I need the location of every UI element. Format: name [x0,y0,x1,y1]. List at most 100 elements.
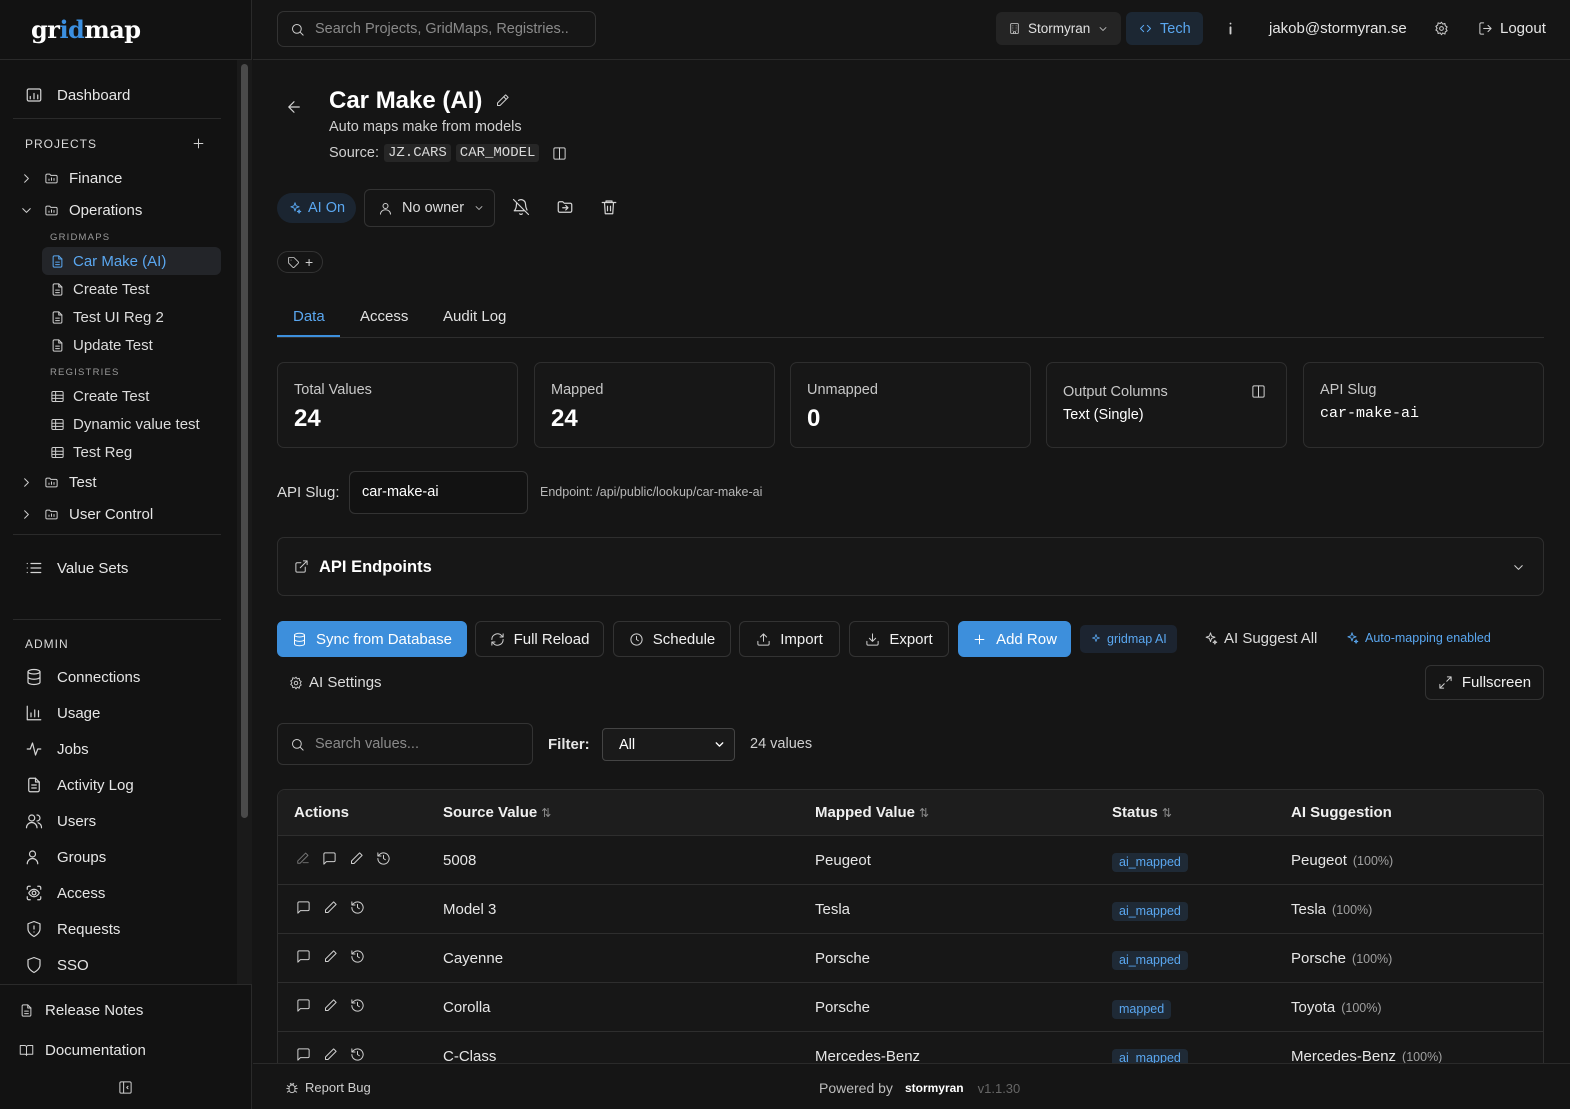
chevron-down-icon[interactable] [1511,560,1526,575]
mapped-value[interactable]: Porsche [815,999,870,1016]
nav-documentation[interactable]: Documentation [7,1033,215,1067]
stormyran-logo[interactable]: stormyran [905,1081,964,1095]
ai-settings-button[interactable]: AI Settings [289,674,382,691]
chevron-down-icon[interactable] [19,203,34,218]
edit-icon[interactable] [323,949,338,964]
pencil-line-icon[interactable] [296,851,310,865]
auto-mapping-status[interactable]: Auto-mapping enabled [1345,631,1491,645]
nav-sso[interactable]: SSO [13,948,221,982]
full-reload-button[interactable]: Full Reload [475,621,604,657]
mapped-value[interactable]: Porsche [815,950,870,967]
sort-icon[interactable]: ⇅ [919,806,929,820]
gridmap-ai-badge[interactable]: gridmap AI [1080,625,1177,653]
stat-card-output-columns[interactable]: Output Columns Text (Single) [1046,362,1287,448]
comment-icon[interactable] [296,949,311,964]
add-row-button[interactable]: Add Row [958,621,1071,657]
column-header-mapped[interactable]: Mapped Value ⇅ [815,804,929,821]
chevron-right-icon[interactable] [19,171,34,186]
global-search-input[interactable]: Search Projects, GridMaps, Registries.. [277,11,596,47]
ai-suggestion[interactable]: Mercedes-Benz (100%) [1291,1048,1442,1063]
bell-off-icon[interactable] [512,198,530,216]
report-bug-link[interactable]: Report Bug [285,1080,371,1095]
edit-icon[interactable] [323,998,338,1013]
registry-item-create-test[interactable]: Create Test [42,382,221,410]
tech-mode-toggle[interactable]: Tech [1126,12,1203,45]
mapped-value[interactable]: Tesla [815,901,850,918]
history-icon[interactable] [350,949,365,964]
gridmap-item-test-ui-reg-2[interactable]: Test UI Reg 2 [42,303,221,331]
owner-select[interactable]: No owner [364,189,495,227]
edit-title-icon[interactable] [495,93,510,108]
edit-icon[interactable] [323,900,338,915]
gridmap-item-create-test[interactable]: Create Test [42,275,221,303]
column-header-source[interactable]: Source Value ⇅ [443,804,551,821]
history-icon[interactable] [350,900,365,915]
schedule-button[interactable]: Schedule [613,621,731,657]
gridmap-item-car-make-ai[interactable]: Car Make (AI) [42,247,221,275]
comment-icon[interactable] [322,851,337,866]
registry-item-test-reg[interactable]: Test Reg [42,438,221,466]
settings-icon[interactable] [1434,21,1449,36]
logout-button[interactable]: Logout [1468,12,1556,45]
nav-release-notes[interactable]: Release Notes [7,993,215,1027]
export-button[interactable]: Export [849,621,949,657]
nav-users[interactable]: Users [13,804,221,838]
sync-from-database-button[interactable]: Sync from Database [277,621,467,657]
org-switcher[interactable]: Stormyran [996,12,1122,45]
columns-icon[interactable] [1251,384,1266,399]
nav-dashboard[interactable]: Dashboard [13,78,221,112]
nav-requests[interactable]: Requests [13,912,221,946]
history-icon[interactable] [376,851,391,866]
chevron-right-icon[interactable] [19,507,34,522]
ai-suggestion[interactable]: Toyota (100%) [1291,999,1382,1016]
trash-icon[interactable] [600,198,618,216]
collapse-sidebar-icon[interactable] [118,1080,133,1095]
comment-icon[interactable] [296,900,311,915]
value-search-input[interactable]: Search values... [277,723,533,765]
api-endpoints-panel[interactable]: API Endpoints [277,537,1544,596]
ai-toggle[interactable]: AI On [277,193,357,223]
tab-data[interactable]: Data [293,308,325,325]
nav-connections[interactable]: Connections [13,660,221,694]
sort-icon[interactable]: ⇅ [1162,806,1172,820]
sort-icon[interactable]: ⇅ [541,806,551,820]
ai-suggestion[interactable]: Peugeot (100%) [1291,852,1393,869]
nav-usage[interactable]: Usage [13,696,221,730]
chevron-right-icon[interactable] [19,475,34,490]
column-header-status[interactable]: Status ⇅ [1112,804,1172,821]
info-icon[interactable] [1223,21,1238,36]
edit-icon[interactable] [349,851,364,866]
nav-value-sets[interactable]: Value Sets [13,551,221,585]
import-button[interactable]: Import [739,621,840,657]
nav-access[interactable]: Access [13,876,221,910]
back-arrow-icon[interactable] [285,98,303,116]
ai-suggestion[interactable]: Porsche (100%) [1291,950,1392,967]
add-project-icon[interactable] [191,136,206,151]
nav-activity-log[interactable]: Activity Log [13,768,221,802]
mapped-value[interactable]: Peugeot [815,852,871,869]
gridmap-item-update-test[interactable]: Update Test [42,331,221,359]
user-email[interactable]: jakob@stormyran.se [1269,20,1407,37]
tab-audit-log[interactable]: Audit Log [443,308,506,325]
fullscreen-button[interactable]: Fullscreen [1425,665,1544,700]
edit-icon[interactable] [323,1047,338,1062]
columns-icon[interactable] [552,146,567,161]
registry-item-dynamic-value-test[interactable]: Dynamic value test [42,410,221,438]
project-finance[interactable]: Finance [19,164,122,192]
logo[interactable]: gridmap [31,15,141,44]
sidebar-scrollbar-thumb[interactable] [241,64,248,818]
nav-jobs[interactable]: Jobs [13,732,221,766]
filter-select[interactable]: All [602,728,735,761]
mapped-value[interactable]: Mercedes-Benz [815,1048,920,1063]
comment-icon[interactable] [296,998,311,1013]
move-folder-icon[interactable] [556,198,574,216]
project-operations[interactable]: Operations [19,196,142,224]
comment-icon[interactable] [296,1047,311,1062]
project-test[interactable]: Test [19,468,97,496]
tab-access[interactable]: Access [360,308,408,325]
history-icon[interactable] [350,998,365,1013]
ai-suggest-all-button[interactable]: AI Suggest All [1203,630,1317,647]
history-icon[interactable] [350,1047,365,1062]
api-slug-input[interactable]: car-make-ai [349,471,528,514]
ai-suggestion[interactable]: Tesla (100%) [1291,901,1372,918]
